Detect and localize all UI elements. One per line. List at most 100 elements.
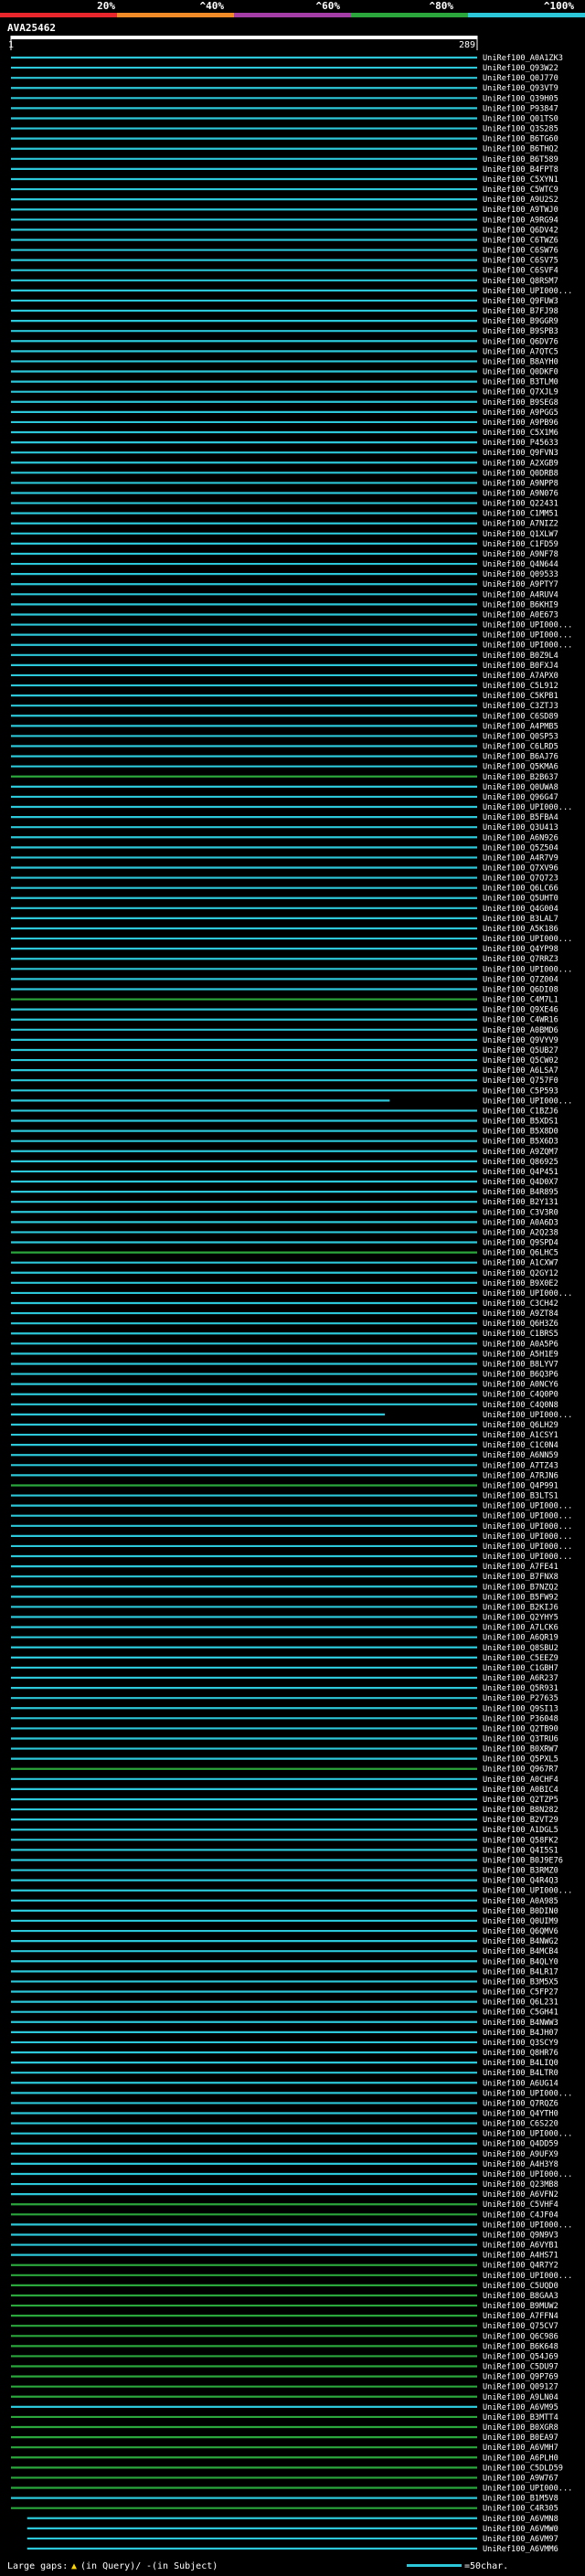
hit-label: UniRef100_C5DU97 (483, 2363, 558, 2372)
hit-label: UniRef100_B9MUW2 (483, 2302, 558, 2311)
hit-label: UniRef100_Q4R4Q3 (483, 1877, 558, 1886)
hit-label: UniRef100_UPI000... (483, 2130, 572, 2139)
hit-label: UniRef100_Q0DKF0 (483, 368, 558, 377)
hit-label: UniRef100_UPI000... (483, 2221, 572, 2230)
hit-label: UniRef100_Q7RQZ6 (483, 2099, 558, 2108)
hit-label: UniRef100_UPI000... (483, 1553, 572, 1562)
hit-label: UniRef100_A9NPP8 (483, 479, 558, 488)
hit-label: UniRef100_A7APX0 (483, 672, 558, 681)
identity-scale-label: ^40% (200, 0, 225, 12)
hit-label: UniRef100_Q9P769 (483, 2373, 558, 2382)
hit-label: UniRef100_A0A5P6 (483, 1340, 558, 1349)
hit-label: UniRef100_Q9FUW3 (483, 297, 558, 306)
hit-label: UniRef100_Q96G47 (483, 793, 558, 802)
hit-label: UniRef100_UPI000... (483, 2485, 572, 2494)
hit-label: UniRef100_Q3U413 (483, 823, 558, 832)
hit-label: UniRef100_UPI000... (483, 2272, 572, 2281)
hit-label: UniRef100_C1MM51 (483, 510, 558, 519)
hit-label: UniRef100_C4Q0N8 (483, 1401, 558, 1410)
hit-label: UniRef100_Q39H05 (483, 94, 558, 103)
hit-label: UniRef100_C5GH41 (483, 2009, 558, 2018)
hit-label: UniRef100_B0EA97 (483, 2433, 558, 2443)
hit-label: UniRef100_A6QR19 (483, 1634, 558, 1643)
hit-label: UniRef100_B9SPB3 (483, 327, 558, 336)
hit-label: UniRef100_Q0J770 (483, 74, 558, 83)
hit-label: UniRef100_P45633 (483, 439, 558, 448)
hit-label: UniRef100_A1CSY1 (483, 1431, 558, 1440)
hit-label: UniRef100_A6PLH0 (483, 2454, 558, 2463)
hit-label: UniRef100_Q86925 (483, 1158, 558, 1167)
hit-label: UniRef100_A9N076 (483, 489, 558, 498)
hit-label: UniRef100_Q4N644 (483, 560, 558, 569)
hit-label: UniRef100_B4R895 (483, 1188, 558, 1197)
hit-label: UniRef100_A7FFN4 (483, 2312, 558, 2321)
hit-label: UniRef100_C5UQD0 (483, 2282, 558, 2291)
hit-label: UniRef100_B4JH07 (483, 2029, 558, 2038)
hit-label: UniRef100_A6LSA7 (483, 1066, 558, 1076)
identity-scale-segment (0, 13, 117, 17)
hit-label: UniRef100_P36048 (483, 1714, 558, 1723)
hit-label: UniRef100_C6SVF4 (483, 267, 558, 276)
identity-scale-segment (234, 13, 351, 17)
hit-label: UniRef100_A0NCY6 (483, 1381, 558, 1390)
hit-label: UniRef100_UPI000... (483, 1502, 572, 1511)
hit-label: UniRef100_A6R237 (483, 1674, 558, 1683)
hit-label: UniRef100_A9PTY7 (483, 580, 558, 589)
hit-label: UniRef100_B5X8D0 (483, 1128, 558, 1137)
hit-label: UniRef100_C4JF04 (483, 2210, 558, 2220)
hit-label: UniRef100_A9UFX9 (483, 2150, 558, 2159)
hit-label: UniRef100_C5EEZ9 (483, 1654, 558, 1663)
hit-label: UniRef100_Q9FVN3 (483, 449, 558, 458)
hit-label: UniRef100_C6SW76 (483, 247, 558, 256)
hit-label: UniRef100_Q23MB8 (483, 2180, 558, 2189)
identity-scale-label: 20% (97, 0, 115, 12)
hit-label: UniRef100_B2KIJ6 (483, 1603, 558, 1612)
hit-label: UniRef100_A0A6D3 (483, 1218, 558, 1227)
query-ruler-bar (11, 36, 477, 39)
hit-label: UniRef100_Q5CW02 (483, 1056, 558, 1065)
hit-label: UniRef100_Q9N9V3 (483, 2231, 558, 2240)
hit-label: UniRef100_C3CH42 (483, 1299, 558, 1309)
hit-label: UniRef100_Q5R931 (483, 1684, 558, 1693)
hit-label: UniRef100_Q0SP53 (483, 732, 558, 741)
hit-label: UniRef100_UPI000... (483, 1522, 572, 1532)
hit-label: UniRef100_A5K186 (483, 925, 558, 934)
hit-label: UniRef100_P93847 (483, 104, 558, 113)
hit-label: UniRef100_Q6H3Z6 (483, 1320, 558, 1329)
hit-label: UniRef100_UPI000... (483, 1542, 572, 1552)
hit-label: UniRef100_Q8SBU2 (483, 1644, 558, 1653)
hit-label: UniRef100_A7LCK6 (483, 1624, 558, 1633)
hit-label: UniRef100_Q58FK2 (483, 1836, 558, 1845)
hit-label: UniRef100_Q6DI08 (483, 985, 558, 994)
hit-label: UniRef100_B6Q3P6 (483, 1371, 558, 1380)
hit-label: UniRef100_A1DGL5 (483, 1826, 558, 1835)
hit-label: UniRef100_Q4D0X7 (483, 1178, 558, 1187)
hit-label: UniRef100_B4FPT8 (483, 165, 558, 175)
hit-label: UniRef100_C4WR16 (483, 1016, 558, 1025)
hit-label: UniRef100_UPI000... (483, 1887, 572, 1896)
hit-label: UniRef100_C4R305 (483, 2505, 558, 2514)
hit-label: UniRef100_C6SD89 (483, 712, 558, 721)
hit-label: UniRef100_B3MTT4 (483, 2413, 558, 2422)
hit-label: UniRef100_UPI000... (483, 287, 572, 296)
hit-label: UniRef100_B4NWG2 (483, 1937, 558, 1946)
hit-label: UniRef100_C5VHF4 (483, 2200, 558, 2210)
hit-label: UniRef100_B8LYV7 (483, 1360, 558, 1369)
hit-label: UniRef100_B0Z9L4 (483, 652, 558, 661)
hit-label: UniRef100_A0E673 (483, 610, 558, 620)
hit-label: UniRef100_UPI000... (483, 1289, 572, 1299)
hit-label: UniRef100_UPI000... (483, 641, 572, 651)
identity-scale-label: ^60% (316, 0, 341, 12)
hit-label: UniRef100_A6VMW0 (483, 2525, 558, 2534)
hit-label: UniRef100_A9NF78 (483, 550, 558, 559)
hit-label: UniRef100_C3V3R0 (483, 1208, 558, 1217)
hit-label: UniRef100_UPI000... (483, 935, 572, 944)
hit-label: UniRef100_Q967R7 (483, 1765, 558, 1775)
hit-label: UniRef100_Q2YHY5 (483, 1614, 558, 1623)
hit-label: UniRef100_Q5UB27 (483, 1046, 558, 1055)
hit-label: UniRef100_A9U2S2 (483, 196, 558, 205)
hit-label: UniRef100_C5P593 (483, 1087, 558, 1096)
hit-label: UniRef100_Q7RRZ3 (483, 955, 558, 964)
hit-label: UniRef100_Q54J69 (483, 2352, 558, 2361)
identity-scale-segment (468, 13, 585, 17)
